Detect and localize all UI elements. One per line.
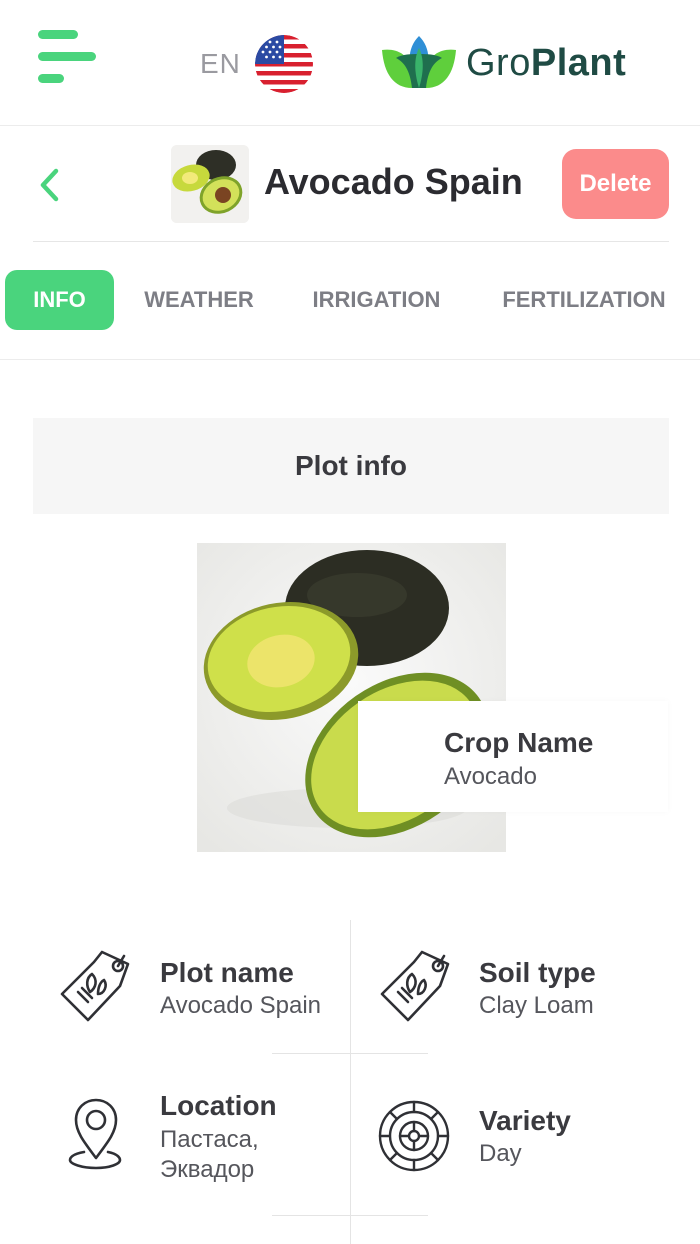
- tag-icon: [60, 950, 130, 1022]
- tab-bar: INFO WEATHER IRRIGATION FERTILIZATION: [0, 270, 700, 332]
- crop-name-card: Crop Name Avocado: [358, 701, 668, 812]
- plot-name-label: Plot name: [160, 957, 294, 988]
- variety-label: Variety: [479, 1105, 571, 1136]
- leaf-logo-icon: [382, 36, 456, 88]
- tab-info[interactable]: INFO: [5, 270, 114, 330]
- location-value-line2: Эквадор: [160, 1156, 255, 1183]
- location-pin-icon: [68, 1098, 122, 1170]
- variety-wheel-icon: [378, 1100, 450, 1172]
- page-title: Avocado Spain: [264, 161, 523, 202]
- us-flag-icon: [254, 35, 313, 93]
- location-value-line1: Пастаса,: [160, 1126, 259, 1153]
- logo-text: GroPlant: [466, 41, 627, 84]
- tab-irrigation[interactable]: IRRIGATION: [304, 270, 449, 330]
- plot-title-row: Avocado Spain Delete: [0, 127, 700, 241]
- plot-name-value: Avocado Spain: [160, 992, 322, 1019]
- language-code: EN: [200, 48, 241, 79]
- app-header: EN GroPlant: [0, 0, 700, 126]
- grid-divider-horizontal: [272, 1053, 428, 1054]
- delete-button[interactable]: Delete: [562, 149, 669, 219]
- divider: [0, 359, 700, 360]
- grid-divider-vertical: [350, 920, 351, 1244]
- hamburger-menu-icon[interactable]: [38, 30, 98, 86]
- plot-thumbnail: [171, 145, 249, 223]
- tag-icon: [380, 950, 450, 1022]
- grid-divider-horizontal: [272, 1215, 428, 1216]
- back-arrow-icon[interactable]: [34, 165, 64, 205]
- soil-type-value: Clay Loam: [479, 992, 594, 1019]
- groplant-logo: GroPlant: [382, 36, 626, 90]
- location-label: Location: [160, 1090, 277, 1121]
- variety-value: Day: [479, 1140, 522, 1167]
- divider: [33, 241, 669, 242]
- soil-type-label: Soil type: [479, 957, 596, 988]
- language-selector[interactable]: EN: [200, 34, 313, 94]
- crop-name-value: Avocado: [444, 763, 537, 790]
- tab-fertilization[interactable]: FERTILIZATION: [492, 270, 676, 330]
- section-title: Plot info: [33, 418, 669, 514]
- crop-name-label: Crop Name: [444, 727, 594, 758]
- tab-weather[interactable]: WEATHER: [136, 270, 262, 330]
